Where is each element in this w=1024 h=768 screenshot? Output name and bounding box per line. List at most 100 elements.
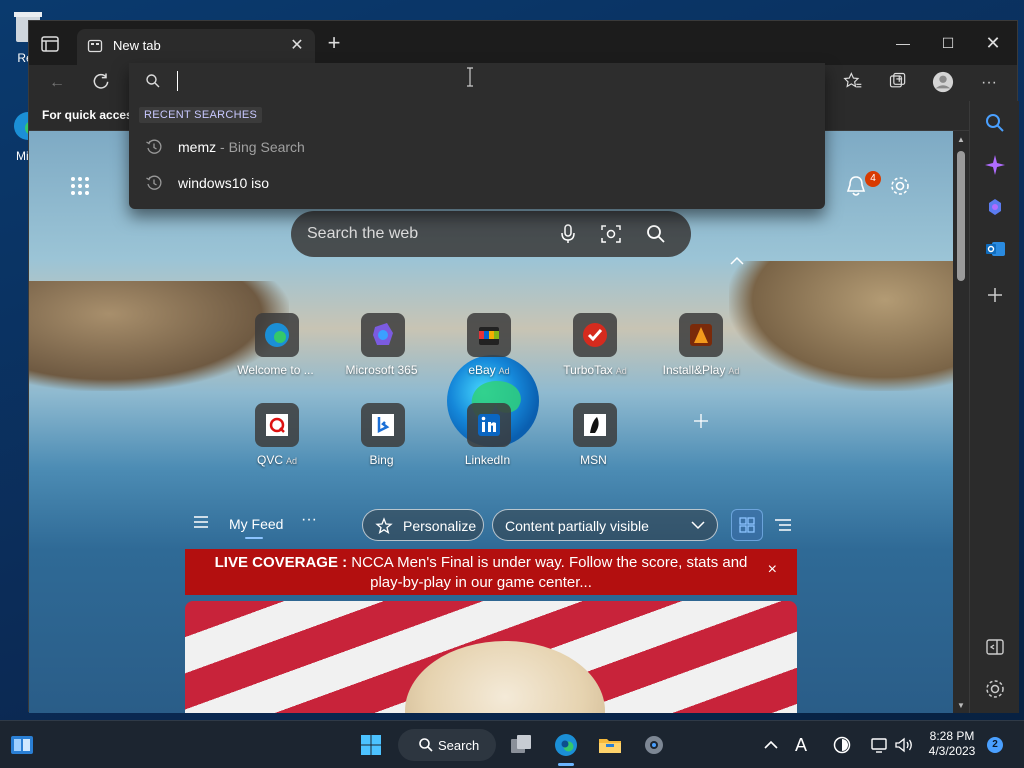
quick-link-tile[interactable]: LinkedIn: [434, 403, 544, 467]
content-visibility-dropdown[interactable]: Content partially visible: [492, 509, 718, 541]
suggestion-row[interactable]: windows10 iso: [129, 165, 825, 201]
suggestion-query: windows10 iso: [178, 175, 270, 191]
sidebar-add-icon[interactable]: [983, 283, 1007, 307]
quick-link-tile[interactable]: eBay Ad: [434, 313, 544, 377]
taskbar: Search A 8:28 PM 4/3/2023 2: [0, 720, 1024, 768]
clock-date: 4/3/2023: [928, 744, 976, 758]
collections-icon: [889, 72, 906, 88]
web-search-placeholder: Search the web: [307, 225, 419, 242]
feed-more-button[interactable]: ···: [301, 511, 317, 529]
quick-link-label: QVC: [256, 453, 283, 467]
taskbar-search-icon: [419, 738, 433, 752]
install-play-tile-icon: [679, 313, 723, 357]
collections-button[interactable]: [886, 71, 910, 95]
feed-toolbar: My Feed ··· Personalize Content partiall…: [29, 503, 969, 547]
list-view-icon[interactable]: [773, 515, 793, 535]
address-bar-input[interactable]: [129, 63, 825, 99]
quick-link-label: Install&Play: [662, 363, 726, 377]
live-coverage-banner[interactable]: LIVE COVERAGE : NCCA Men's Final is unde…: [185, 549, 797, 595]
favorites-star-icon: [843, 72, 862, 88]
scrollbar-thumb[interactable]: [957, 151, 965, 281]
volume-icon[interactable]: [894, 733, 914, 757]
scroll-down-arrow-icon[interactable]: ▼: [956, 701, 966, 710]
quick-link-tile[interactable]: Microsoft 365: [328, 313, 438, 377]
add-quick-link-icon[interactable]: [691, 411, 711, 431]
focus-assist-icon[interactable]: [832, 733, 852, 757]
chevron-down-icon: [691, 521, 705, 530]
sidebar-outlook-icon[interactable]: [983, 237, 1007, 261]
personalize-label: Personalize: [403, 518, 477, 534]
edge-active-indicator: [558, 763, 574, 766]
back-button[interactable]: ←: [45, 71, 69, 95]
banner-close-button[interactable]: ×: [768, 561, 777, 579]
start-windows-icon[interactable]: [359, 733, 383, 757]
quick-link-tile[interactable]: Bing: [328, 403, 438, 467]
new-tab-button[interactable]: +: [323, 32, 345, 55]
profile-avatar-icon: [932, 71, 954, 93]
sidebar-discover-icon[interactable]: [983, 153, 1007, 177]
quick-link-label: MSN: [580, 453, 607, 467]
suggestion-row[interactable]: memz - Bing Search: [129, 129, 825, 165]
settings-app-gear-icon[interactable]: [642, 733, 666, 757]
tab-actions-icon[interactable]: [39, 33, 61, 55]
my-feed-tab[interactable]: My Feed: [229, 516, 283, 532]
close-window-button[interactable]: ✕: [979, 31, 1007, 55]
quick-link-ad-tag: Ad: [615, 366, 627, 376]
web-search-box[interactable]: Search the web: [291, 211, 691, 257]
microphone-icon[interactable]: [557, 223, 579, 245]
sidebar-settings-gear-icon[interactable]: [983, 677, 1007, 701]
file-explorer-icon[interactable]: [598, 733, 622, 757]
sidebar-m365-icon[interactable]: [983, 195, 1007, 219]
settings-more-button[interactable]: ···: [977, 71, 1001, 95]
input-indicator[interactable]: A: [795, 733, 813, 757]
quick-link-tile[interactable]: QVC Ad: [222, 403, 332, 467]
network-icon[interactable]: [870, 733, 890, 757]
sidebar-search-icon[interactable]: [983, 111, 1007, 135]
quick-link-label: LinkedIn: [464, 453, 511, 467]
taskbar-search-button[interactable]: Search: [398, 729, 496, 761]
personalize-button[interactable]: Personalize: [362, 509, 484, 541]
notifications-bell-icon[interactable]: [845, 175, 867, 197]
system-clock[interactable]: 8:28 PM 4/3/2023: [925, 729, 979, 759]
quick-link-tile[interactable]: MSN: [540, 403, 650, 467]
notification-center-badge[interactable]: 2: [987, 737, 1003, 753]
app-launcher-icon[interactable]: [69, 175, 91, 197]
quick-link-ad-tag: Ad: [498, 366, 510, 376]
page-settings-gear-icon[interactable]: [889, 175, 911, 197]
profile-button[interactable]: [931, 71, 955, 95]
refresh-button[interactable]: [89, 71, 113, 95]
banner-text: NCCA Men's Final is under way. Follow th…: [347, 554, 748, 591]
sidebar-hide-icon[interactable]: [983, 635, 1007, 659]
quick-link-tile[interactable]: Install&Play Ad: [646, 313, 756, 377]
favorites-button[interactable]: [841, 71, 865, 95]
banner-bold-label: LIVE COVERAGE :: [214, 554, 348, 571]
minimize-button[interactable]: —: [889, 31, 917, 55]
scroll-up-arrow-icon[interactable]: ▲: [956, 135, 966, 144]
quick-link-label: Bing: [369, 453, 394, 467]
quick-link-label: eBay: [468, 363, 496, 377]
tab-close-button[interactable]: ✕: [287, 36, 307, 56]
linkedin-tile-icon: [467, 403, 511, 447]
quick-link-tile[interactable]: TurboTax Ad: [540, 313, 650, 377]
widgets-icon[interactable]: [10, 733, 34, 757]
page-scrollbar[interactable]: ▲ ▼: [953, 131, 969, 713]
m365-tile-icon: [361, 313, 405, 357]
visual-search-icon[interactable]: [600, 223, 622, 245]
collapse-chevron-up-icon[interactable]: [729, 255, 745, 267]
suggestion-source: - Bing Search: [216, 139, 305, 155]
tab-new-tab[interactable]: New tab ✕: [77, 29, 315, 65]
quick-link-tile[interactable]: Welcome to ...: [222, 313, 332, 377]
taskbar-edge-icon[interactable]: [554, 733, 578, 757]
notifications-badge: 4: [865, 171, 881, 187]
history-clock-icon: [146, 175, 162, 190]
grid-view-button[interactable]: [731, 509, 763, 541]
maximize-button[interactable]: ☐: [934, 31, 962, 55]
qvc-tile-icon: [255, 403, 299, 447]
task-view-icon[interactable]: [509, 733, 533, 757]
hero-story-image[interactable]: [185, 601, 797, 713]
show-hidden-icons-chevron-icon[interactable]: [762, 733, 780, 757]
quick-link-label: TurboTax: [563, 363, 613, 377]
quick-link-label: Welcome to ...: [237, 363, 314, 377]
search-submit-icon[interactable]: [645, 223, 667, 245]
feed-menu-icon[interactable]: [192, 513, 210, 531]
